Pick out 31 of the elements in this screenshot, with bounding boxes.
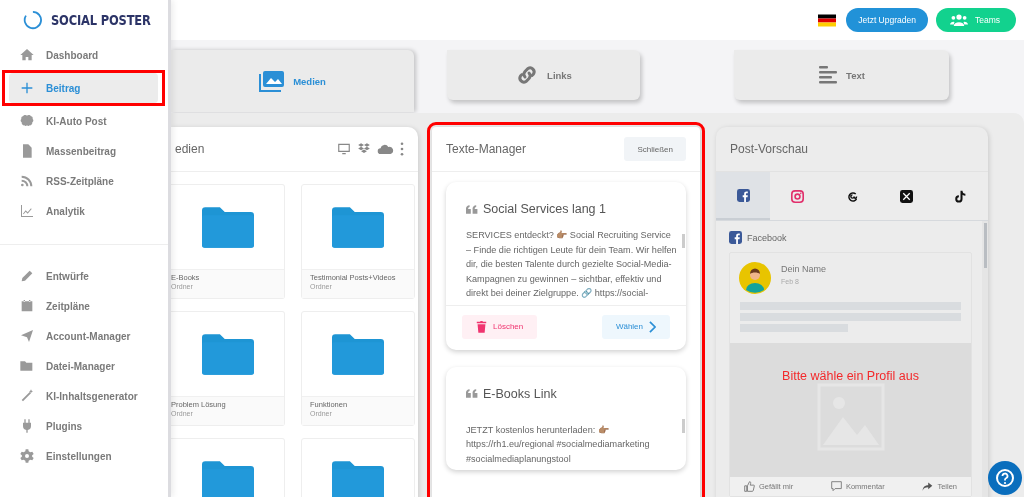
panel-title: edien	[175, 142, 205, 156]
profile-warning: Bitte wähle ein Profil aus	[782, 369, 919, 383]
nav-item[interactable]: Massenbeitrag	[9, 136, 159, 166]
nav-item[interactable]: Beitrag	[9, 73, 158, 103]
nav-item[interactable]: Zeitpläne	[9, 291, 159, 321]
nav-item[interactable]: Account-Manager	[9, 321, 159, 351]
panel-title: Texte-Manager	[446, 142, 527, 156]
upgrade-button[interactable]: Jetzt Upgraden	[846, 8, 928, 32]
close-button[interactable]: Schließen	[624, 137, 686, 161]
source-tab[interactable]: Medien	[171, 50, 414, 112]
text-body: JETZT kostenlos herunterladen: 👉🏽 https://rh1.eu/regional #socialmediamarketing #socialmediaplanungstool	[465, 423, 651, 466]
brand-name: SOCIAL POSTER	[50, 12, 151, 28]
text-title: Social Services lang 1	[483, 202, 606, 216]
nav-item[interactable]: Plugins	[9, 411, 159, 441]
nav-item[interactable]: Entwürfe	[9, 261, 159, 291]
source-tab[interactable]: Text	[734, 50, 949, 100]
network-label: Facebook	[747, 232, 787, 243]
nav-item[interactable]: Dashboard	[9, 40, 159, 70]
nav-item[interactable]: Analytik	[9, 196, 159, 226]
nav-item[interactable]: Einstellungen	[9, 441, 159, 471]
text-title: E-Books Link	[483, 386, 557, 401]
nav-item[interactable]: KI-Inhaltsgenerator	[9, 381, 159, 411]
delete-button[interactable]: Löschen	[462, 314, 538, 339]
nav-item[interactable]: RSS-Zeitpläne	[9, 166, 159, 196]
text-body: SERVICES entdeckt? 👉🏽 Social Recruiting Service – Finde die richtigen Leute für dein Team. Wir helfen dir, die besten Talente durch gezielte Social-Media-Kampagnen zu gewinnen – sichtbar, effektiv und direkt bei deiner Zielgruppe. 🔗 https://social-	[465, 229, 678, 300]
nav-item[interactable]: Datei-Manager	[9, 351, 159, 381]
choose-button[interactable]: Wählen	[601, 314, 670, 339]
source-tab[interactable]: Links	[447, 50, 640, 100]
panel-title: Post-Vorschau	[730, 142, 809, 156]
nav-item[interactable]: KI-Auto Post	[9, 106, 159, 136]
author-name: Dein Name	[781, 264, 827, 274]
